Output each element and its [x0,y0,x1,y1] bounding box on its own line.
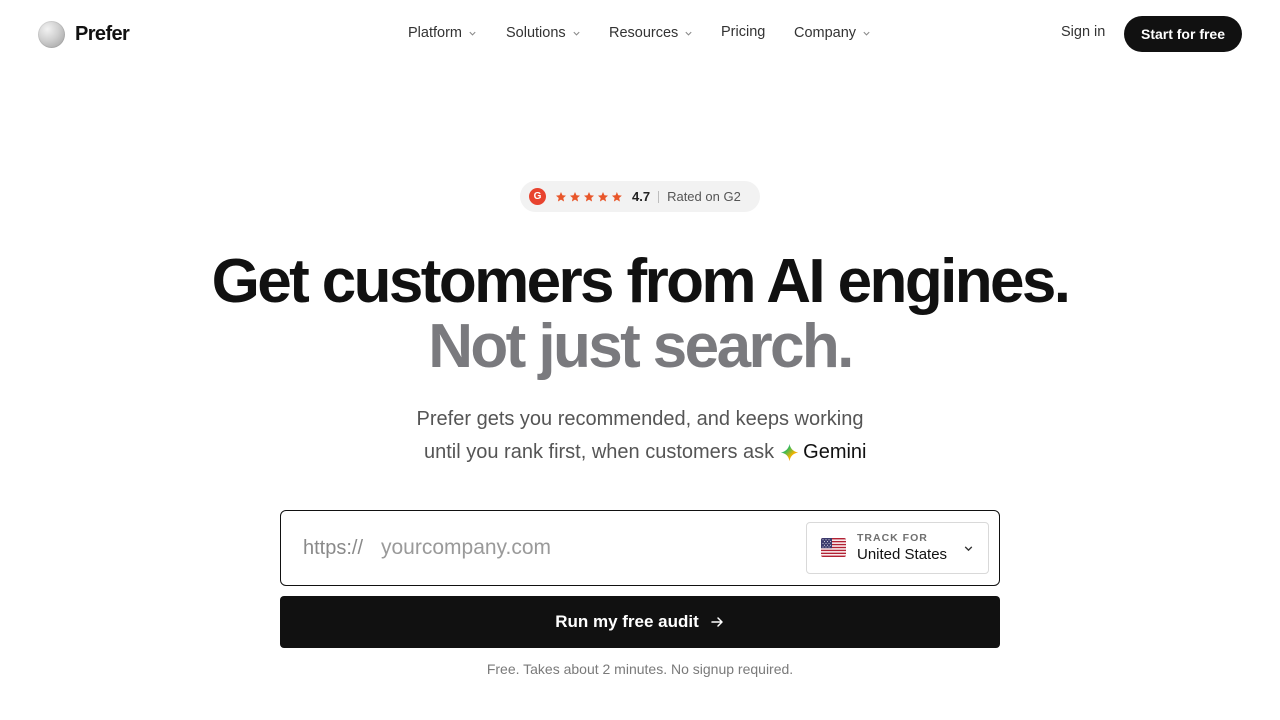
selected-country: United States [857,546,948,563]
top-nav: Prefer Platform Solutions Resources Pric… [0,0,1280,68]
hero-subline-2-row: until you rank first, when customers ask… [424,441,867,464]
chevron-down-icon [573,31,580,36]
nav-item-label: Company [794,25,857,41]
hero-subline-1: Prefer gets you recommended, and keeps w… [416,408,864,430]
divider [658,190,660,203]
nav-item-label: Platform [408,25,462,41]
chevron-down-icon [863,31,870,36]
nav-item-label: Pricing [721,24,766,40]
audit-button-label: Run my free audit [555,612,699,631]
star-rating [555,191,623,203]
ai-engine-rotator: Gemini [780,441,867,464]
country-select[interactable]: TRACK FOR United States [806,522,989,574]
us-flag-icon [821,538,846,557]
ai-engine-name: Gemini [803,441,867,463]
run-free-audit-button[interactable]: Run my free audit [280,596,1000,648]
chevron-down-icon [469,31,476,36]
form-note: Free. Takes about 2 minutes. No signup r… [486,661,794,677]
hero-headline-muted: Not just search. [428,312,854,381]
g2-rating-badge[interactable]: G 4.7 Rated on G2 [520,181,760,212]
nav-item-label: Solutions [506,25,566,41]
rating-value: 4.7 [632,189,651,204]
sign-in-link[interactable]: Sign in [1061,24,1105,40]
chevron-down-icon [685,31,692,36]
nav-item-pricing[interactable]: Pricing [721,24,765,40]
gemini-sparkle-icon [780,443,799,462]
star-half-icon [612,191,622,201]
hero-headline: Get customers from AI engines. [211,247,1071,316]
chevron-down-icon [964,546,973,552]
website-url-field: https:// TRACK FOR United States [280,510,1000,586]
nav-item-label: Resources [609,25,679,41]
nav-item-resources[interactable]: Resources [609,25,693,41]
star-icon [598,191,608,201]
track-for-label: TRACK FOR [857,532,928,544]
nav-item-platform[interactable]: Platform [408,25,477,41]
url-prefix: https:// [303,537,364,559]
brand-name: Prefer [75,23,130,45]
g2-logo-icon: G [529,188,546,205]
star-icon [570,191,580,201]
start-for-free-button[interactable]: Start for free [1124,16,1242,52]
brand-logo-link[interactable]: Prefer [38,21,130,48]
rated-on-text: Rated on G2 [667,189,741,204]
hero-subline-2: until you rank first, when customers ask [424,441,775,463]
nav-item-company[interactable]: Company [794,25,871,41]
prefer-logo-icon [38,21,65,48]
star-icon [556,191,566,201]
nav-item-solutions[interactable]: Solutions [506,25,581,41]
star-icon [584,191,594,201]
website-url-input[interactable] [381,529,781,567]
arrow-right-icon [711,617,723,627]
